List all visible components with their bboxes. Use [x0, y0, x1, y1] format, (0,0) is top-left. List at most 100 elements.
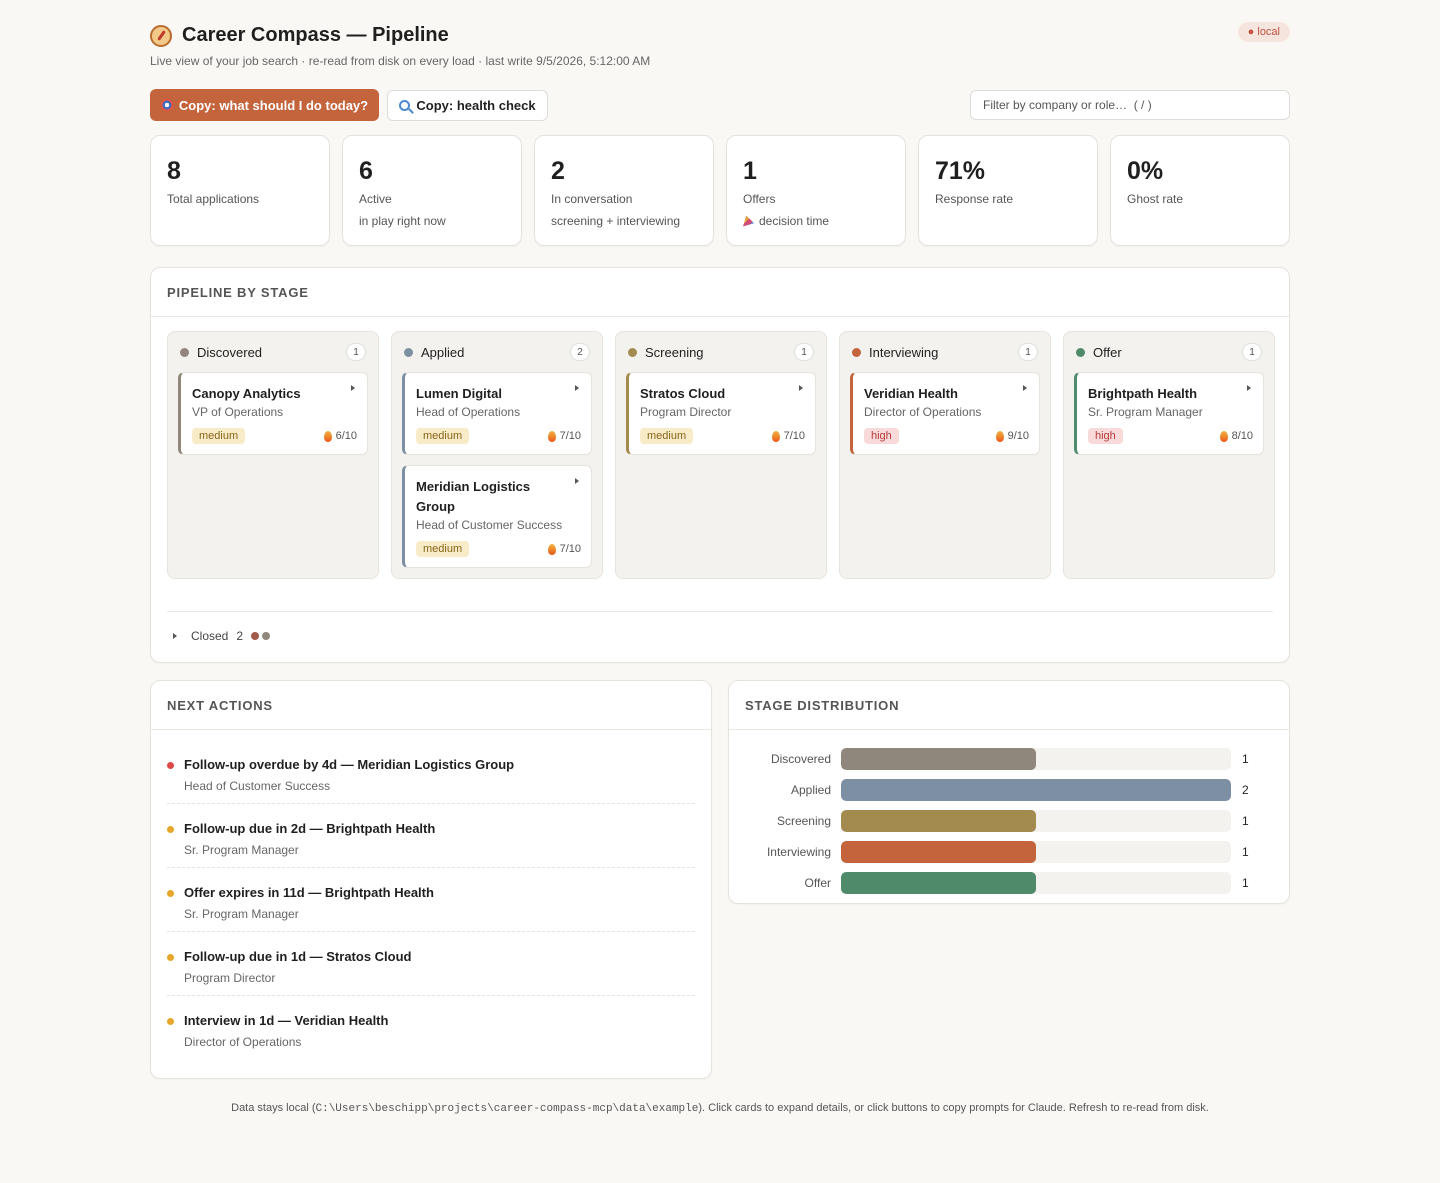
- stat-card: 0% Ghost rate: [1110, 135, 1290, 246]
- party-popper-icon: [743, 215, 754, 227]
- stat-label: Active: [359, 192, 392, 206]
- next-action-item[interactable]: Follow-up due in 2d — Brightpath Health S…: [167, 804, 695, 868]
- job-role: Director of Operations: [864, 405, 982, 419]
- stage-column-header: Screening 1: [626, 332, 816, 372]
- footer-suffix: ). Click cards to expand details, or cli…: [698, 1102, 1209, 1114]
- expand-caret-icon: [575, 478, 579, 484]
- compass-icon: [150, 24, 172, 47]
- stat-card: 6 Active in play right now: [342, 135, 522, 246]
- stage-column-offer: Offer 1 Brightpath Health Sr. Program Manag…: [1063, 331, 1275, 579]
- next-action-text: Offer expires in 11d — Brightpath Health…: [184, 885, 434, 931]
- job-role: Head of Customer Success: [416, 518, 563, 532]
- job-company: Meridian Logistics Group: [416, 479, 531, 514]
- filter-input[interactable]: [970, 90, 1290, 120]
- distribution-value: 2: [1242, 782, 1249, 797]
- stage-name: Interviewing: [869, 344, 939, 360]
- local-badge: ● local: [1237, 22, 1290, 42]
- job-card-footer: medium 7/10: [640, 428, 805, 444]
- stage-column-interviewing: Interviewing 1 Veridian Health Director of …: [839, 331, 1051, 579]
- next-action-text: Interview in 1d — Veridian Health Directo…: [184, 1013, 388, 1060]
- stat-value: 8: [167, 157, 181, 185]
- fit-score-value: 7/10: [783, 430, 805, 442]
- next-action-title: Follow-up overdue by 4d — Meridian Logis…: [184, 757, 515, 772]
- stat-card: 8 Total applications: [150, 135, 330, 246]
- closed-toggle[interactable]: Closed 2: [167, 611, 1273, 643]
- next-action-role: Sr. Program Manager: [184, 907, 299, 921]
- job-card[interactable]: Brightpath Health Sr. Program Manager high…: [1074, 372, 1264, 455]
- next-action-item[interactable]: Offer expires in 11d — Brightpath Health…: [167, 868, 695, 932]
- job-card[interactable]: Lumen Digital Head of Operations medium 7/1…: [402, 372, 592, 455]
- stage-count: 1: [346, 343, 366, 361]
- expand-caret-icon: [575, 385, 579, 391]
- distribution-label: Interviewing: [766, 844, 831, 859]
- stat-value: 0%: [1127, 157, 1164, 185]
- next-action-text: Follow-up due in 1d — Stratos Cloud Progr…: [184, 949, 412, 995]
- stage-count: 2: [570, 343, 590, 361]
- distribution-track: [841, 840, 1231, 863]
- footer-path: C:\Users\beschipp\projects\career-compas…: [315, 1103, 699, 1115]
- job-card[interactable]: Stratos Cloud Program Director medium 7/10: [626, 372, 816, 455]
- job-card[interactable]: Meridian Logistics Group Head of Customer…: [402, 465, 592, 568]
- stage-column-header: Applied 2: [402, 332, 592, 372]
- job-company: Brightpath Health: [1088, 386, 1198, 401]
- priority-badge: high: [1088, 428, 1123, 444]
- distribution-row: Offer 1: [729, 867, 1289, 898]
- distribution-label: Applied: [790, 782, 831, 797]
- stat-label: Total applications: [167, 192, 260, 206]
- flame-icon: [995, 430, 1004, 442]
- stage-count: 1: [1242, 343, 1262, 361]
- copy-today-label: Copy: what should I do today?: [178, 97, 369, 113]
- next-action-item[interactable]: Follow-up overdue by 4d — Meridian Logis…: [167, 740, 695, 804]
- job-card[interactable]: Veridian Health Director of Operations hig…: [850, 372, 1040, 455]
- urgency-dot: [167, 1018, 174, 1025]
- stat-card: 2 In conversation screening + interviewing: [534, 135, 714, 246]
- next-actions-list: Follow-up overdue by 4d — Meridian Logis…: [151, 730, 711, 1060]
- stage-dot: [180, 347, 189, 357]
- closed-count: 2: [236, 629, 244, 643]
- closed-status-dot: [251, 632, 260, 640]
- pipeline-heading: PIPELINE BY STAGE: [151, 268, 1289, 317]
- stage-dot: [404, 347, 413, 357]
- stage-distribution-heading: STAGE DISTRIBUTION: [729, 681, 1289, 730]
- fit-score: 6/10: [323, 430, 357, 442]
- flame-icon: [1219, 430, 1228, 442]
- magnifier-icon: [399, 100, 411, 111]
- closed-status-dot: [262, 632, 271, 640]
- distribution-row: Interviewing 1: [729, 836, 1289, 867]
- stage-dot: [852, 347, 861, 357]
- next-action-item[interactable]: Interview in 1d — Veridian Health Directo…: [167, 996, 695, 1060]
- stage-name: Discovered: [197, 344, 263, 360]
- job-role: Head of Operations: [416, 405, 521, 419]
- urgency-dot: [167, 826, 174, 833]
- job-company: Canopy Analytics: [192, 386, 301, 401]
- distribution-value: 1: [1242, 813, 1249, 828]
- pipeline-columns: Discovered 1 Canopy Analytics VP of Operati…: [167, 331, 1275, 579]
- distribution-track: [841, 747, 1231, 770]
- stage-column-discovered: Discovered 1 Canopy Analytics VP of Operati…: [167, 331, 379, 579]
- next-action-role: Head of Customer Success: [184, 779, 331, 793]
- stage-column-header: Interviewing 1: [850, 332, 1040, 372]
- stage-count: 1: [794, 343, 814, 361]
- distribution-track: [841, 871, 1231, 894]
- target-icon: [160, 99, 173, 111]
- next-action-title: Follow-up due in 2d — Brightpath Health: [184, 821, 436, 836]
- distribution-row: Screening 1: [729, 805, 1289, 836]
- priority-badge: high: [864, 428, 899, 444]
- stage-dot: [1076, 347, 1085, 357]
- job-company: Veridian Health: [864, 386, 958, 401]
- copy-today-button[interactable]: Copy: what should I do today?: [150, 89, 379, 121]
- page-subtitle: Live view of your job search · re-read f…: [150, 54, 651, 68]
- next-action-role: Director of Operations: [184, 1035, 302, 1049]
- distribution-bar: [841, 871, 1036, 894]
- job-card-footer: medium 7/10: [416, 428, 581, 444]
- next-action-item[interactable]: Follow-up due in 1d — Stratos Cloud Progr…: [167, 932, 695, 996]
- footer-note: Data stays local (C:\Users\beschipp\proj…: [150, 1102, 1290, 1115]
- copy-health-check-button[interactable]: Copy: health check: [387, 90, 548, 121]
- job-card[interactable]: Canopy Analytics VP of Operations medium 6/…: [178, 372, 368, 455]
- closed-dots: [251, 632, 271, 640]
- distribution-value: 1: [1242, 875, 1249, 890]
- job-card-footer: medium 6/10: [192, 428, 357, 444]
- stage-column-screening: Screening 1 Stratos Cloud Program Director m…: [615, 331, 827, 579]
- stat-card: 71% Response rate: [918, 135, 1098, 246]
- next-action-role: Program Director: [184, 971, 276, 985]
